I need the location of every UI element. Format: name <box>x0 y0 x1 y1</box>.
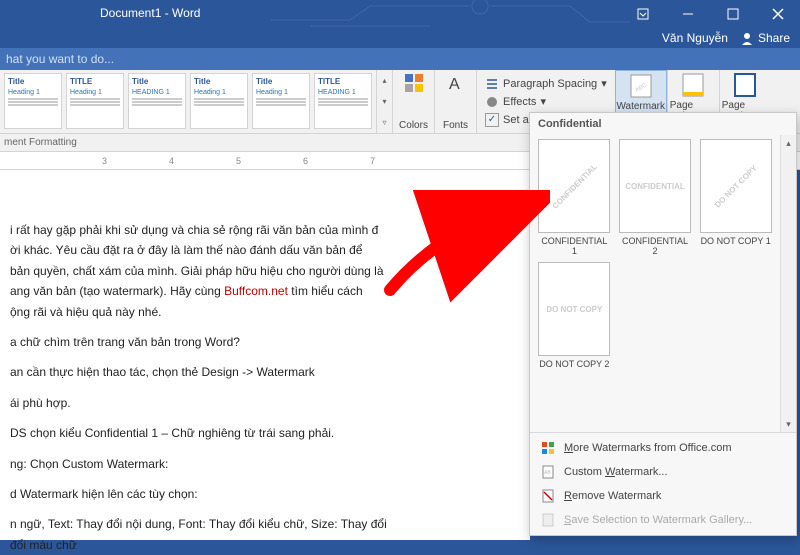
share-button[interactable]: Share <box>740 31 790 45</box>
watermark-do-not-copy-2[interactable]: DO NOT COPY DO NOT COPY 2 <box>538 262 611 369</box>
watermark-do-not-copy-1[interactable]: DO NOT COPY DO NOT COPY 1 <box>699 139 772 256</box>
maximize-button[interactable] <box>710 0 755 28</box>
style-tile[interactable]: TITLEHEADING 1 <box>314 73 372 129</box>
fonts-label: Fonts <box>443 120 468 131</box>
watermark-confidential-1[interactable]: CONFIDENTIAL CONFIDENTIAL 1 <box>538 139 611 256</box>
watermark-gallery: CONFIDENTIAL CONFIDENTIAL 1 CONFIDENTIAL… <box>530 135 780 432</box>
page-color-icon <box>679 72 707 98</box>
more-watermarks-button[interactable]: MMore Watermarks from Office.comore Wate… <box>530 436 796 460</box>
svg-text:AB: AB <box>544 470 551 476</box>
style-tile[interactable]: TitleHEADING 1 <box>128 73 186 129</box>
colors-label: Colors <box>399 120 428 131</box>
save-selection-icon <box>540 512 556 528</box>
hyperlink[interactable]: Buffcom.net <box>224 284 288 298</box>
effects-icon <box>485 95 499 109</box>
scroll-down-icon[interactable]: ▾ <box>781 416 796 432</box>
gallery-expand-icon[interactable]: ▿ <box>377 112 392 133</box>
scroll-up-icon[interactable]: ▴ <box>377 70 392 91</box>
custom-watermark-icon: AB <box>540 464 556 480</box>
minimize-button[interactable] <box>665 0 710 28</box>
close-button[interactable] <box>755 0 800 28</box>
colors-button[interactable]: Colors <box>392 70 434 133</box>
title-bar: Document1 - Word <box>0 0 800 28</box>
svg-text:A: A <box>449 76 460 92</box>
title-decoration <box>270 0 630 28</box>
account-bar: Văn Nguyễn Share <box>0 28 800 48</box>
watermark-dropdown: Confidential CONFIDENTIAL CONFIDENTIAL 1… <box>529 112 797 536</box>
save-watermark-button: Save Selection to Watermark Gallery... <box>530 508 796 532</box>
fonts-button[interactable]: A Fonts <box>434 70 476 133</box>
watermark-confidential-2[interactable]: CONFIDENTIAL CONFIDENTIAL 2 <box>619 139 692 256</box>
style-tile[interactable]: TITLEHeading 1 <box>66 73 124 129</box>
watermark-section-header: Confidential <box>530 113 796 135</box>
watermark-menu-footer: MMore Watermarks from Office.comore Wate… <box>530 432 796 535</box>
scroll-down-icon[interactable]: ▾ <box>377 91 392 112</box>
tell-me-search[interactable]: hat you want to do... <box>0 48 800 70</box>
checkmark-icon: ✓ <box>485 113 499 127</box>
remove-watermark-button[interactable]: Remove Watermark <box>530 484 796 508</box>
fonts-icon: A <box>447 74 465 92</box>
style-tile[interactable]: TitleHeading 1 <box>4 73 62 129</box>
chevron-down-icon: ▾ <box>601 77 607 90</box>
paragraph-spacing-icon <box>485 77 499 91</box>
effects-button[interactable]: Effects ▾ <box>485 95 607 109</box>
page-borders-icon <box>731 72 759 98</box>
window-controls <box>620 0 800 28</box>
style-gallery-scroll: ▴ ▾ ▿ <box>376 70 392 133</box>
document-page[interactable]: i rất hay gặp phải khi sử dụng và chia s… <box>0 170 530 540</box>
user-name: Văn Nguyễn <box>662 31 728 45</box>
share-label: Share <box>758 31 790 45</box>
style-tile[interactable]: TitleHeading 1 <box>190 73 248 129</box>
office-icon <box>540 440 556 456</box>
colors-icon <box>405 74 423 92</box>
scroll-up-icon[interactable]: ▴ <box>781 135 796 151</box>
style-tile[interactable]: TitleHeading 1 <box>252 73 310 129</box>
remove-watermark-icon <box>540 488 556 504</box>
chevron-down-icon: ▾ <box>540 95 546 108</box>
window-title: Document1 - Word <box>100 6 200 20</box>
custom-watermark-button[interactable]: AB Custom Watermark... <box>530 460 796 484</box>
style-gallery: TitleHeading 1 TITLEHeading 1 TitleHEADI… <box>0 70 376 133</box>
person-icon <box>740 31 754 45</box>
paragraph-spacing-button[interactable]: Paragraph Spacing ▾ <box>485 77 607 91</box>
watermark-icon: ABC <box>627 73 655 99</box>
watermark-scrollbar[interactable]: ▴ ▾ <box>780 135 796 432</box>
